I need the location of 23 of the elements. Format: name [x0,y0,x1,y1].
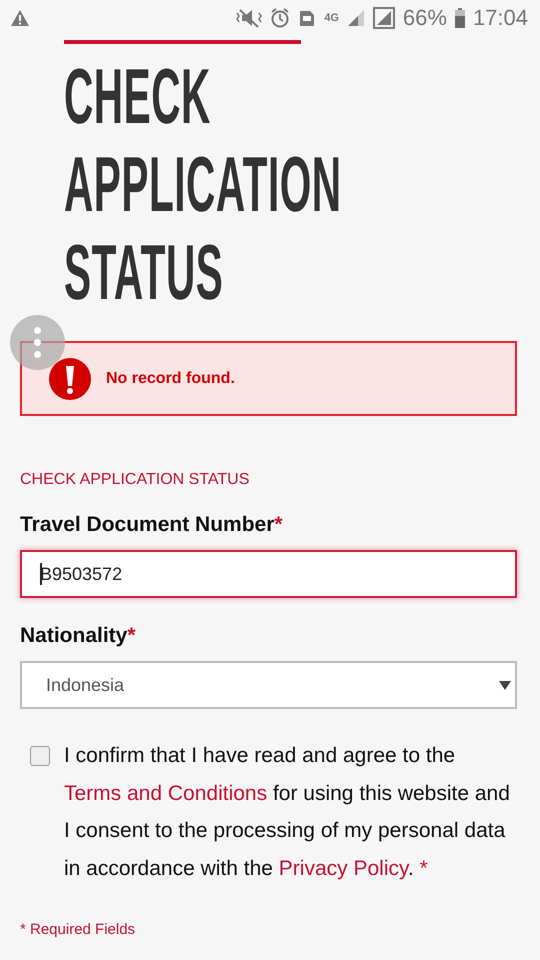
required-fields-note: * Required Fields [20,921,136,938]
field-label: Nationality* [20,624,137,648]
page-heading: CHECK APPLICATION STATUS [64,52,343,316]
clock-time: 17:04 [472,5,528,31]
warning-icon [10,9,30,27]
signal-icon [346,9,365,27]
battery-icon [454,8,465,28]
error-icon [48,356,92,400]
consent-checkbox[interactable] [30,746,50,766]
policy-link[interactable]: Terms and Conditions [64,782,268,804]
alarm-icon [270,7,290,29]
network-type: 4G [324,12,339,24]
consent-text: I confirm that I have read and agree to the Terms and Conditions for using this website and I consent to the processing of my personal data in accordance with the Privacy Policy. * [64,743,511,882]
field-label: Travel Document Number* [20,513,284,537]
error-message: No record found. [106,370,235,388]
nationality-dropdown[interactable]: Indonesia [20,661,517,709]
policy-link[interactable]: Privacy Policy [278,856,408,880]
section-title: CHECK APPLICATION STATUS [20,471,250,489]
text-field[interactable]: B9503572 [20,550,517,598]
signal-icon [372,7,395,29]
battery-percent: 66% [402,5,447,31]
mute-icon [234,7,262,29]
dropdown-arrow-icon [499,680,511,690]
